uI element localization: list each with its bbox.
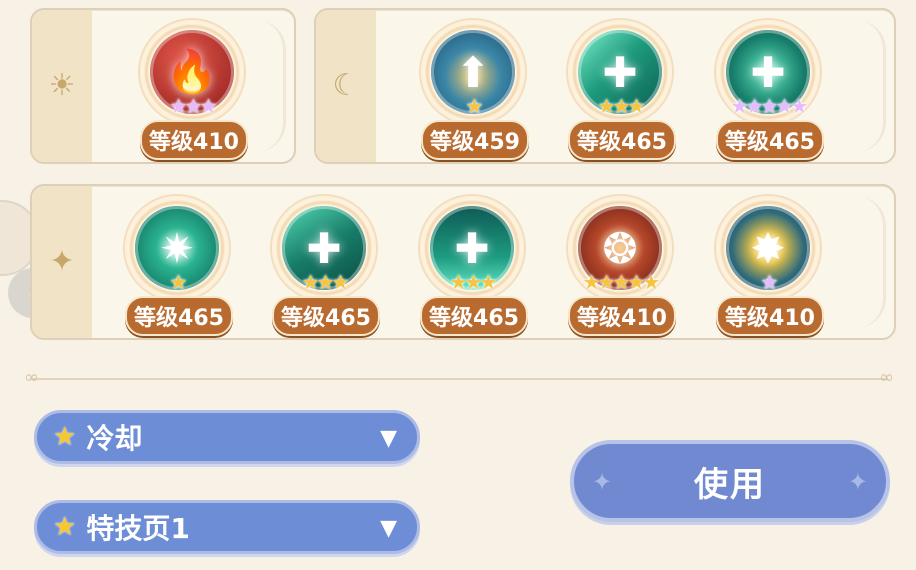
star-rating: ★★★ [449, 270, 498, 294]
skill-slot[interactable]: ✚ ★★★★★ 等级465 [708, 10, 828, 160]
skill-slot[interactable]: ✷ ★ 等级465 [117, 186, 237, 336]
star-rating: ★★★★★ [582, 270, 661, 294]
chevron-down-icon: ▼ [380, 426, 397, 451]
panel-decoration [849, 196, 886, 328]
section-divider [24, 367, 894, 388]
star-icon: ★ [53, 422, 77, 452]
dropdown-value: 冷却 [86, 422, 143, 455]
moon-icon: ☾ [332, 68, 360, 103]
page-dropdown[interactable]: ★ 特技页1 ▼ [34, 500, 420, 554]
skill-slot[interactable]: ✚ ★★★ 等级465 [560, 10, 680, 160]
star-rating: ★ [760, 270, 779, 294]
filter-dropdown[interactable]: ★ 冷却 ▼ [34, 410, 420, 464]
panel-tab-sparkle: ✦ [32, 186, 92, 338]
skill-slot[interactable]: ❂ ★★★★★ 等级410 [560, 186, 680, 336]
star-rating: ★★★ [597, 94, 646, 118]
star-rating: ★★★ [301, 270, 350, 294]
panel-decoration [249, 20, 286, 152]
panel-tab-sun: ☀ [32, 10, 92, 162]
level-badge: 等级465 [125, 296, 233, 336]
skill-panel-sparkle: ✦ ✷ ★ 等级465 ✚ ★★★ 等级465 ✚ ★★★ 等级465 ❂ ★★… [30, 184, 896, 340]
skill-panel-sun: ☀ 🔥 ★★★ 等级410 [30, 8, 296, 164]
sun-icon: ☀ [48, 68, 76, 103]
level-badge: 等级410 [716, 296, 824, 336]
star-rating: ★ [169, 270, 188, 294]
skill-slot[interactable]: ✚ ★★★ 等级465 [264, 186, 384, 336]
level-badge: 等级465 [716, 120, 824, 160]
panel-tab-moon: ☾ [316, 10, 376, 162]
use-button-label: 使用 [694, 464, 766, 505]
level-badge: 等级465 [568, 120, 676, 160]
level-badge: 等级459 [421, 120, 529, 160]
dropdown-value: 特技页1 [86, 512, 190, 545]
use-button[interactable]: ✦ 使用 ✦ [570, 440, 890, 522]
star-rating: ★ [465, 94, 484, 118]
sparkle-icon: ✦ [592, 468, 613, 496]
skill-slot[interactable]: ✸ ★ 等级410 [708, 186, 828, 336]
skill-panel-moon: ☾ ⬆ ★ 等级459 ✚ ★★★ 等级465 ✚ ★★★★★ 等级465 [314, 8, 896, 164]
skill-slot[interactable]: ⬆ ★ 等级459 [413, 10, 533, 160]
skill-slot[interactable]: ✚ ★★★ 等级465 [412, 186, 532, 336]
star-icon: ★ [53, 512, 77, 542]
star-rating: ★★★★★ [730, 94, 809, 118]
sparkle-icon: ✦ [847, 468, 868, 496]
panel-decoration [849, 20, 886, 152]
level-badge: 等级465 [420, 296, 528, 336]
chevron-down-icon: ▼ [380, 516, 397, 541]
skill-slot[interactable]: 🔥 ★★★ 等级410 [132, 10, 252, 160]
star-rating: ★★★ [169, 94, 218, 118]
sparkle-icon: ✦ [49, 244, 75, 279]
level-badge: 等级410 [568, 296, 676, 336]
level-badge: 等级410 [140, 120, 248, 160]
level-badge: 等级465 [272, 296, 380, 336]
